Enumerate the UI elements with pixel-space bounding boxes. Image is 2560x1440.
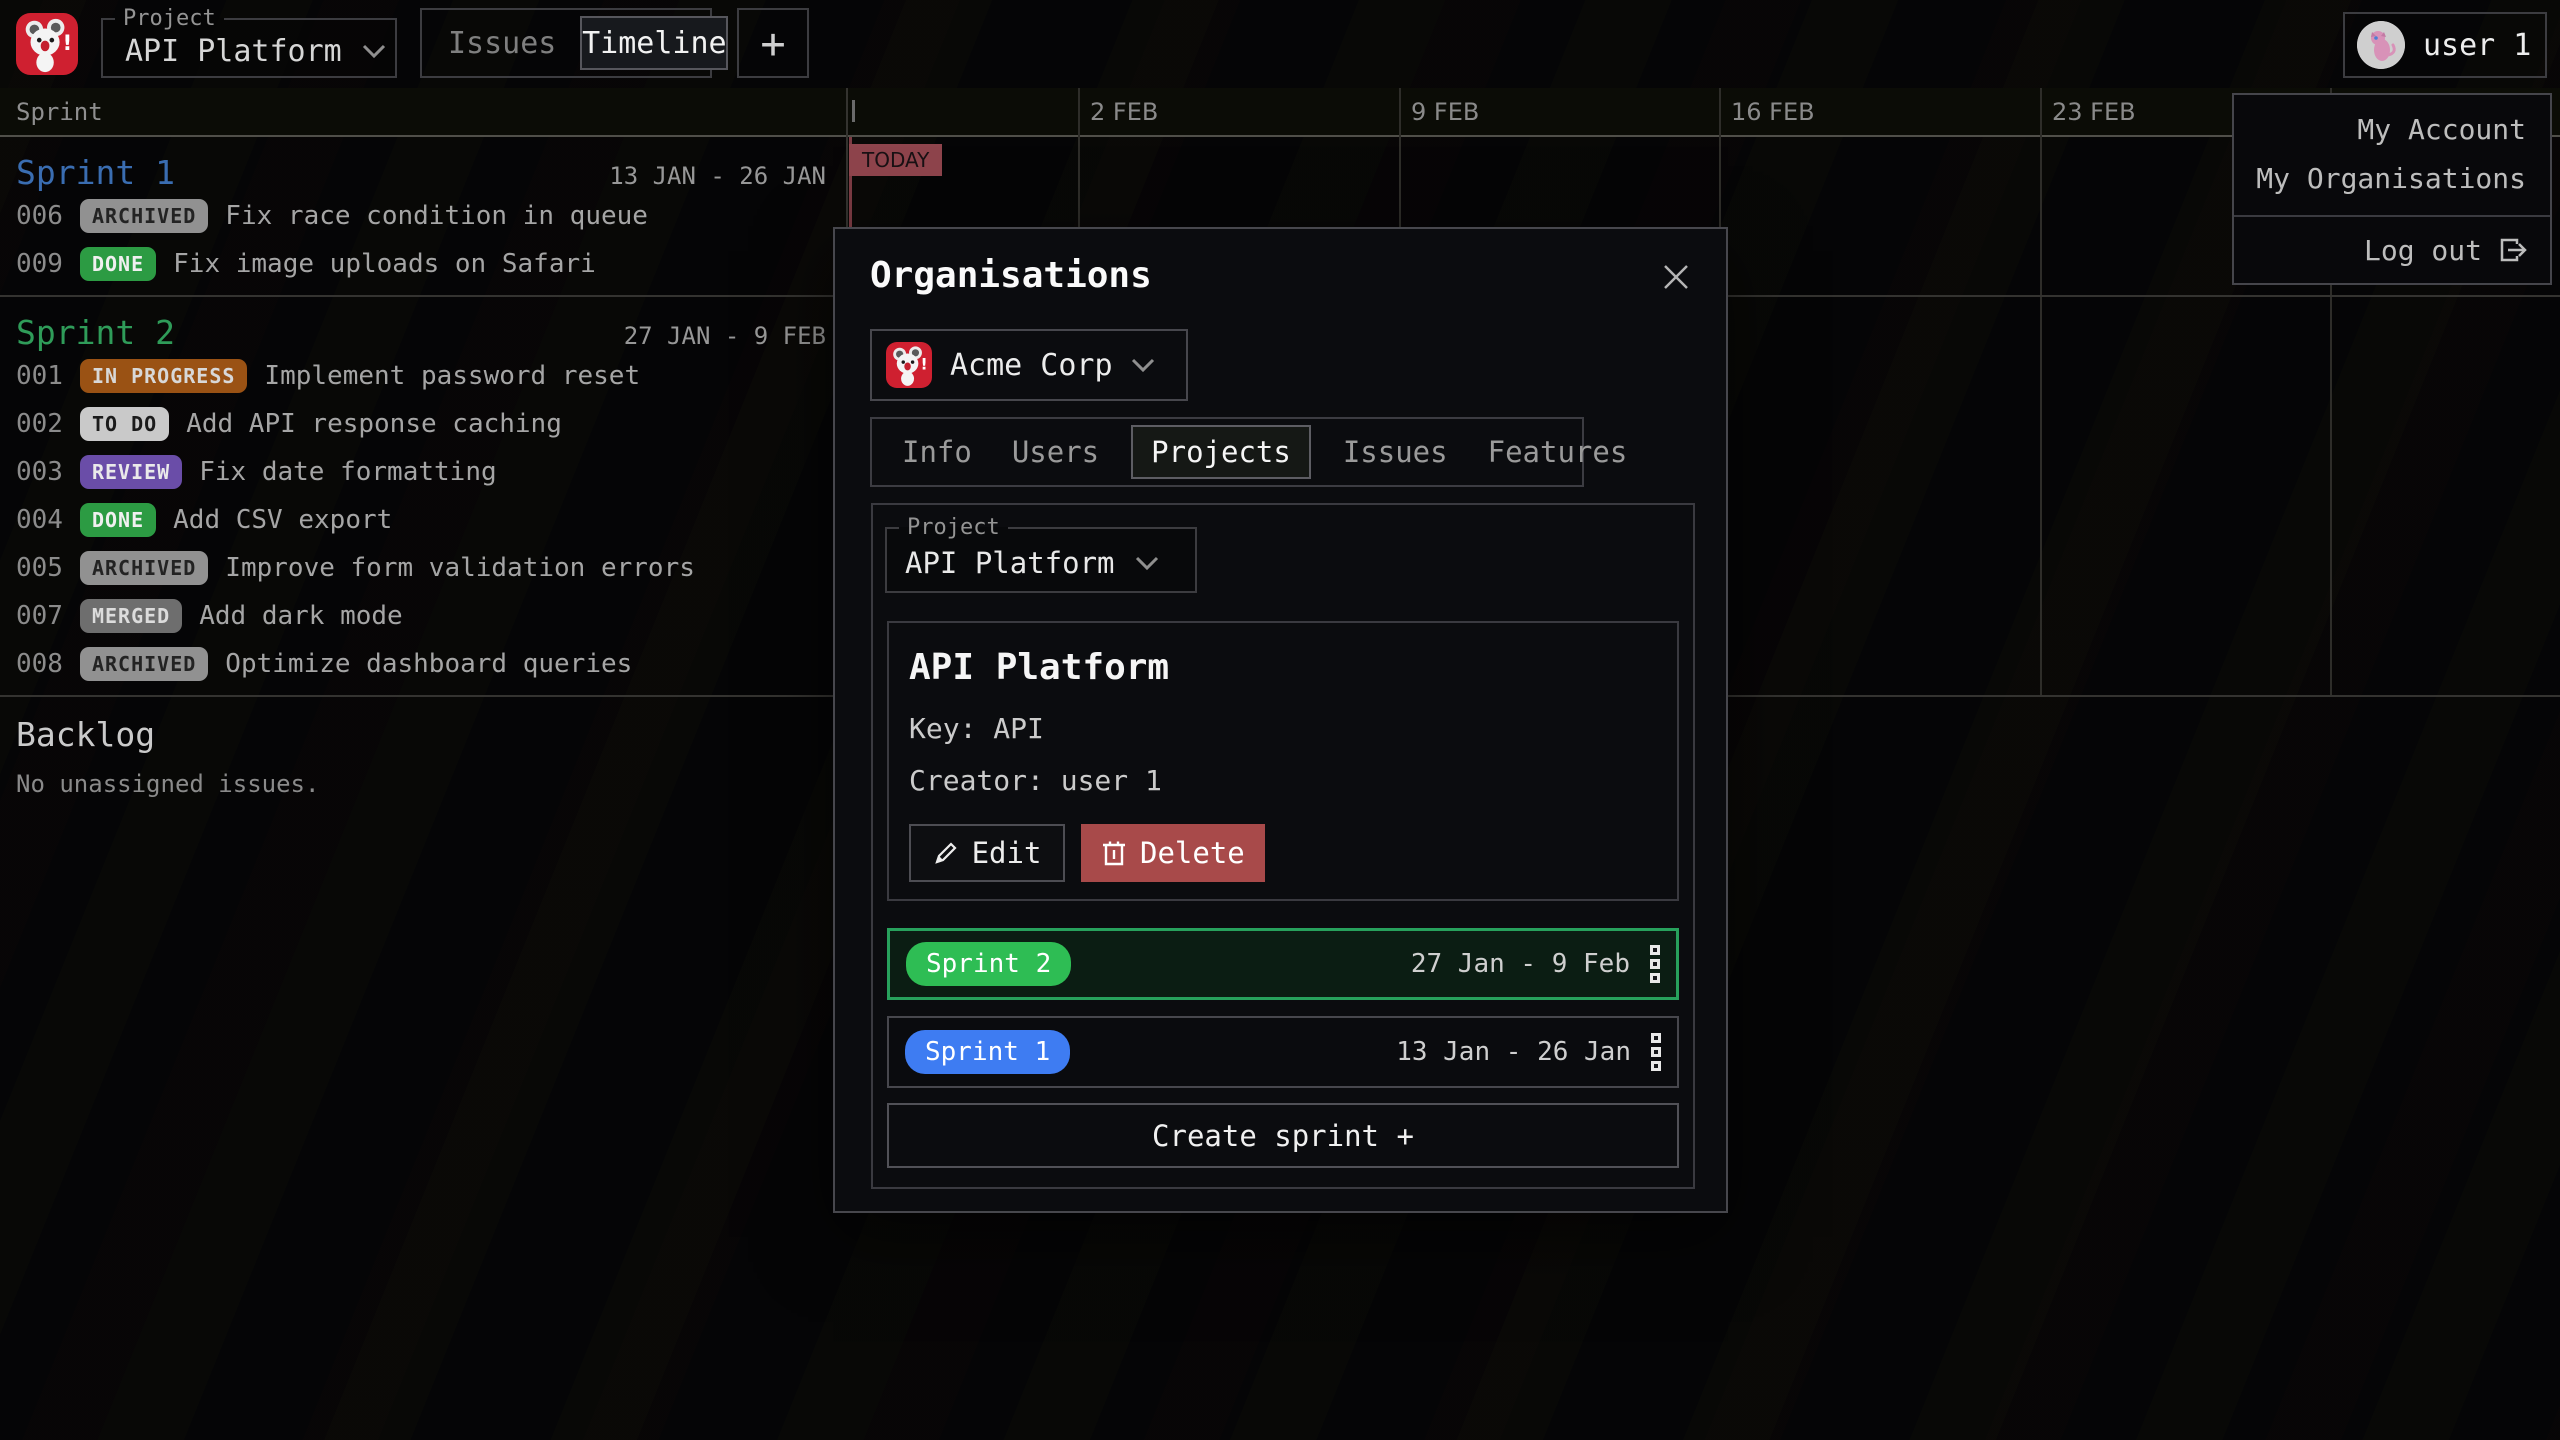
avatar [2357,21,2405,69]
menu-item-my-account[interactable]: My Account [2234,105,2550,154]
logout-icon [2498,235,2528,265]
edit-button[interactable]: Edit [909,824,1065,882]
project-key: Key: API [909,712,1677,745]
sprint-date-range: 27 Jan - 9 Feb [1411,949,1630,979]
org-name: Acme Corp [950,348,1113,383]
create-sprint-label: Create sprint + [1152,1119,1414,1153]
sprint-name[interactable]: Sprint 1 [16,153,175,192]
status-badge: MERGED [80,599,182,633]
sprint-badge: Sprint 1 [905,1030,1070,1074]
timeline-date-label: 2 FEB [1090,98,1158,126]
sprint-heading: Sprint 2 27 JAN - 9 FEB [0,297,836,352]
chevron-down-icon [362,44,386,59]
modal-tab-info[interactable]: Info [902,435,972,469]
issue-title: Fix image uploads on Safari [173,249,596,279]
timeline-header: Sprint 2 FEB 9 FEB 16 FEB 23 FEB [0,88,2560,137]
project-card: API Platform Key: API Creator: user 1 Ed… [887,621,1679,901]
issue-title: Add CSV export [173,505,392,535]
user-name: user 1 [2423,28,2531,63]
chevron-down-icon [1135,556,1159,571]
project-selector-value: API Platform [125,34,342,69]
tab-issues[interactable]: Issues [448,26,556,61]
issue-number: 008 [16,649,63,679]
issue-number: 007 [16,601,63,631]
trash-icon [1101,839,1127,867]
status-badge: ARCHIVED [80,199,208,233]
issue-number: 009 [16,249,63,279]
issue-title: Add API response caching [186,409,562,439]
modal-sprint-row-sprint-1[interactable]: Sprint 1 13 Jan - 26 Jan [887,1016,1679,1088]
sprint-date-range: 13 JAN - 26 JAN [609,162,826,190]
status-badge: ARCHIVED [80,551,208,585]
edit-label: Edit [972,836,1042,870]
issue-title: Improve form validation errors [225,553,695,583]
status-badge: IN PROGRESS [80,359,247,393]
organisations-modal: Organisations ! Acme Corp Info Users Proje… [833,227,1728,1213]
status-badge: DONE [80,247,156,281]
kebab-menu-icon[interactable] [1651,1033,1661,1071]
sprint-date-range: 27 JAN - 9 FEB [624,322,826,350]
modal-title: Organisations [870,255,1152,296]
create-sprint-button[interactable]: Create sprint + [887,1103,1679,1168]
modal-tab-features[interactable]: Features [1488,435,1628,469]
status-badge: TO DO [80,407,169,441]
add-view-button[interactable]: + [737,8,809,78]
project-creator: Creator: user 1 [909,764,1677,797]
status-badge: ARCHIVED [80,647,208,681]
delete-label: Delete [1140,836,1245,870]
delete-button[interactable]: Delete [1081,824,1265,882]
modal-tab-bar: InfoUsersProjectsIssuesFeatures [870,417,1584,487]
app-logo-icon[interactable]: ! [16,13,78,75]
tab-timeline[interactable]: Timeline [580,16,728,70]
modal-tab-users[interactable]: Users [1012,435,1099,469]
project-selector-label: Project [115,6,224,31]
chevron-down-icon [1131,358,1155,373]
sprint-badge: Sprint 2 [906,942,1071,986]
close-icon[interactable] [1656,257,1696,297]
org-logo-icon: ! [886,342,932,388]
modal-project-selector-value: API Platform [905,546,1115,580]
menu-item-log-out[interactable]: Log out [2234,217,2550,283]
menu-item-my-organisations[interactable]: My Organisations [2234,154,2550,203]
kebab-menu-icon[interactable] [1650,945,1660,983]
pencil-icon [933,840,959,866]
sprint-heading: Sprint 1 13 JAN - 26 JAN [0,137,836,192]
top-bar: ! Project API Platform Issues Timeline + [0,0,2560,88]
sprint-date-range: 13 Jan - 26 Jan [1396,1037,1631,1067]
issue-title: Implement password reset [264,361,640,391]
issue-title: Add dark mode [199,601,403,631]
issue-number: 006 [16,201,63,231]
issue-title: Fix date formatting [199,457,496,487]
projects-tab-panel: Project API Platform API Platform Key: A… [871,503,1695,1189]
sprint-column-header: Sprint [16,98,103,126]
status-badge: DONE [80,503,156,537]
issue-number: 002 [16,409,63,439]
svg-text:!: ! [921,354,928,373]
user-chip[interactable]: user 1 [2343,12,2547,78]
issue-number: 003 [16,457,63,487]
issue-title: Optimize dashboard queries [225,649,632,679]
header-tick [852,100,855,122]
issue-title: Fix race condition in queue [225,201,648,231]
issue-number: 004 [16,505,63,535]
status-badge: REVIEW [80,455,182,489]
timeline-date-label: 23 FEB [2052,98,2136,126]
project-selector[interactable]: Project API Platform [101,6,397,78]
modal-tab-issues[interactable]: Issues [1343,435,1448,469]
view-switcher: Issues Timeline [420,8,712,78]
logout-label: Log out [2364,234,2482,267]
modal-project-selector-label: Project [899,515,1008,540]
modal-tab-projects[interactable]: Projects [1131,425,1311,479]
issue-number: 005 [16,553,63,583]
issue-number: 001 [16,361,63,391]
project-card-title: API Platform [909,647,1677,688]
timeline-date-label: 9 FEB [1411,98,1479,126]
modal-project-selector[interactable]: Project API Platform [885,515,1197,593]
sprint-name[interactable]: Sprint 2 [16,313,175,352]
user-menu: My AccountMy Organisations Log out [2232,93,2552,285]
organisation-selector[interactable]: ! Acme Corp [870,329,1188,401]
timeline-date-label: 16 FEB [1731,98,1815,126]
modal-sprint-row-sprint-2[interactable]: Sprint 2 27 Jan - 9 Feb [887,928,1679,1000]
svg-text:!: ! [63,31,73,56]
